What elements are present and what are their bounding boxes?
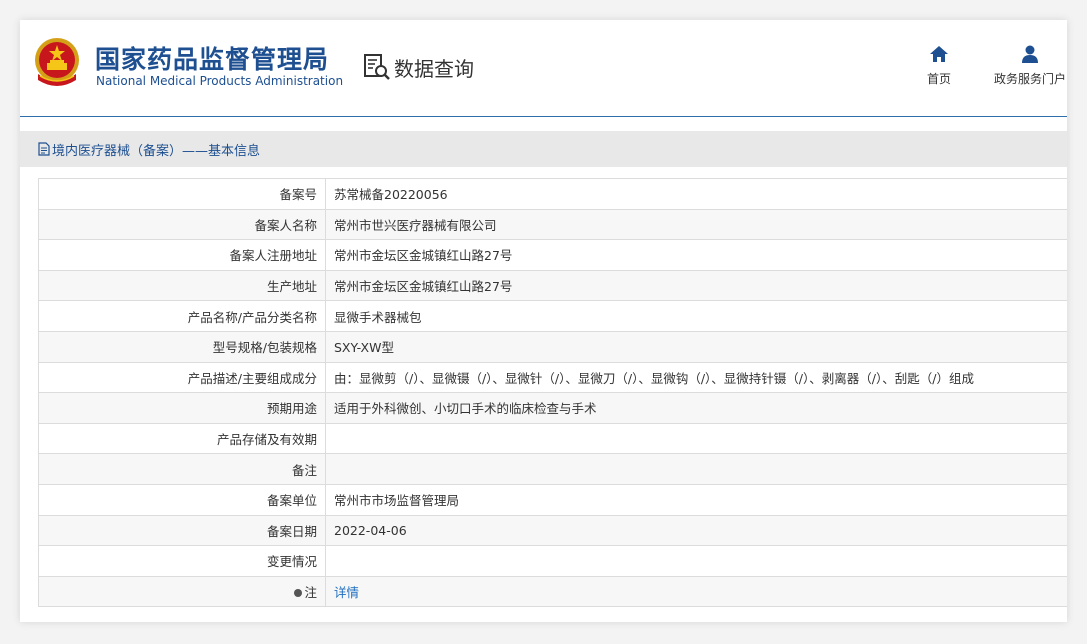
note-label: 注 [304, 585, 317, 601]
row-label: 备案人名称 [38, 208, 326, 241]
user-icon [1022, 45, 1038, 63]
home-icon [930, 46, 948, 62]
row-label: 备案号 [38, 178, 326, 210]
row-label: 备注 [38, 453, 326, 485]
row-value: 适用于外科微创、小切口手术的临床检查与手术 [325, 392, 1067, 424]
nav-home-label: 首页 [926, 72, 951, 86]
row-value [325, 422, 1067, 455]
bullet-icon [294, 588, 303, 597]
section-header: 境内医疗器械（备案）——基本信息 [20, 131, 1067, 167]
row-label: 变更情况 [38, 545, 326, 577]
nav-service-label: 政务服务门户 [993, 72, 1066, 86]
document-search-icon [364, 54, 390, 80]
row-label: 生产地址 [38, 269, 326, 302]
nav-service-portal-link[interactable]: 政务服务门户 [985, 44, 1067, 87]
table-row: 备案单位 常州市市场监督管理局 [38, 483, 1067, 516]
table-row: 备注 [38, 453, 1067, 485]
site-header: 国家药品监督管理局 National Medical Products Admi… [20, 20, 1067, 116]
row-label: 产品名称/产品分类名称 [38, 300, 326, 332]
row-value: 由：显微剪（/）、显微镊（/）、显微针（/）、显微刀（/）、显微钩（/）、显微持… [325, 361, 1067, 394]
table-row: 备案人注册地址 常州市金坛区金城镇红山路27号 [38, 239, 1067, 271]
row-value [325, 453, 1067, 485]
page-container: 国家药品监督管理局 National Medical Products Admi… [20, 20, 1067, 622]
row-label: 型号规格/包装规格 [38, 330, 326, 363]
table-row-note: 注 详情 [38, 575, 1067, 608]
document-icon [38, 142, 50, 156]
nav-home-link[interactable]: 首页 [916, 44, 962, 87]
section-title: 境内医疗器械（备案）——基本信息 [52, 143, 261, 159]
row-value: 苏常械备20220056 [325, 178, 1067, 210]
data-query-title: 数据查询 [362, 52, 474, 82]
logo-title-en: National Medical Products Administration [96, 74, 344, 88]
note-label-cell: 注 [38, 575, 326, 608]
row-label: 预期用途 [38, 392, 326, 424]
row-value: SXY-XW型 [325, 330, 1067, 363]
row-label: 产品描述/主要组成成分 [38, 361, 326, 394]
row-label: 备案单位 [38, 483, 326, 516]
table-row: 备案日期 2022-04-06 [38, 514, 1067, 547]
table-row: 变更情况 [38, 545, 1067, 577]
row-value: 常州市金坛区金城镇红山路27号 [325, 269, 1067, 302]
table-row: 产品描述/主要组成成分 由：显微剪（/）、显微镊（/）、显微针（/）、显微刀（/… [38, 361, 1067, 394]
logo-title-cn: 国家药品监督管理局 [95, 45, 330, 74]
info-table: 备案号 苏常械备20220056 备案人名称 常州市世兴医疗器械有限公司 备案人… [38, 178, 1067, 608]
table-row: 备案号 苏常械备20220056 [38, 178, 1067, 210]
table-row: 型号规格/包装规格 SXY-XW型 [38, 330, 1067, 363]
row-value: 常州市市场监督管理局 [325, 483, 1067, 516]
row-label: 备案人注册地址 [38, 239, 326, 271]
row-value: 常州市世兴医疗器械有限公司 [325, 208, 1067, 241]
note-value-cell: 详情 [325, 575, 1067, 608]
detail-link[interactable]: 详情 [334, 585, 359, 600]
national-emblem-icon [35, 38, 79, 86]
table-row: 产品名称/产品分类名称 显微手术器械包 [38, 300, 1067, 332]
row-label: 备案日期 [38, 514, 326, 547]
row-value [325, 545, 1067, 577]
row-value: 常州市金坛区金城镇红山路27号 [325, 239, 1067, 271]
row-value: 显微手术器械包 [325, 300, 1067, 332]
row-label: 产品存储及有效期 [38, 422, 326, 455]
table-row: 产品存储及有效期 [38, 422, 1067, 455]
header-divider [20, 116, 1067, 117]
row-value: 2022-04-06 [325, 514, 1067, 547]
table-row: 备案人名称 常州市世兴医疗器械有限公司 [38, 208, 1067, 241]
data-query-label: 数据查询 [394, 56, 474, 81]
table-row: 预期用途 适用于外科微创、小切口手术的临床检查与手术 [38, 392, 1067, 424]
table-row: 生产地址 常州市金坛区金城镇红山路27号 [38, 269, 1067, 302]
